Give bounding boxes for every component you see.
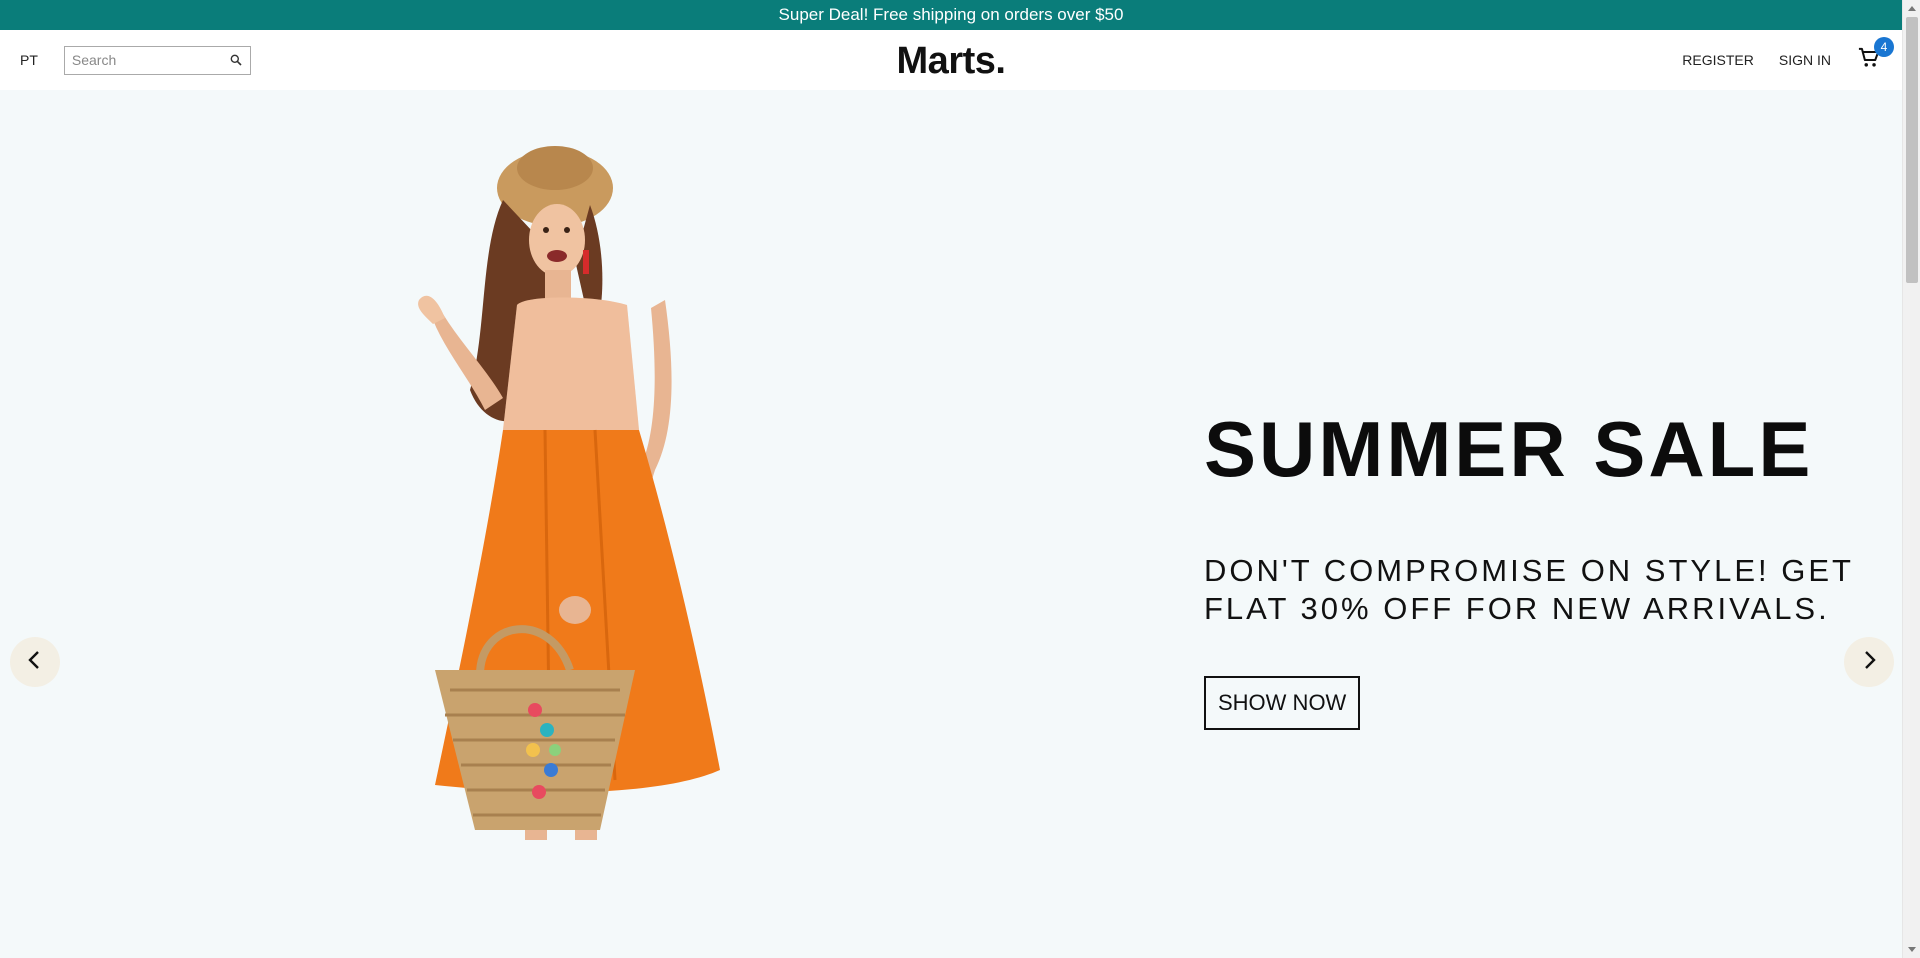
show-now-button[interactable]: SHOW NOW (1204, 676, 1361, 730)
cart-button[interactable]: 4 (1856, 37, 1894, 73)
scroll-thumb[interactable] (1906, 17, 1918, 283)
hero-content: SUMMER SALE DON'T COMPROMISE ON STYLE! G… (1204, 410, 1854, 730)
language-selector[interactable]: PT (20, 52, 38, 68)
scroll-down-arrow[interactable] (1907, 945, 1917, 955)
logo-container: Marts. (0, 40, 1902, 83)
search-icon[interactable] (229, 53, 243, 67)
prev-slide-button[interactable] (10, 637, 60, 687)
page-scrollbar[interactable] (1902, 0, 1920, 958)
next-slide-button[interactable] (1844, 637, 1894, 687)
search-box[interactable] (63, 45, 251, 75)
hero-model-image (375, 130, 735, 860)
chevron-left-icon (27, 650, 43, 675)
search-input[interactable] (71, 52, 222, 68)
register-link[interactable]: REGISTER (1682, 52, 1754, 68)
cart-count-badge: 4 (1874, 37, 1894, 57)
hero-title: SUMMER SALE (1204, 405, 1814, 493)
chevron-right-icon (1861, 650, 1877, 675)
scroll-up-arrow[interactable] (1907, 3, 1917, 13)
announcement-text: Super Deal! Free shipping on orders over… (778, 5, 1124, 24)
signin-link[interactable]: SIGN IN (1779, 52, 1831, 68)
nav-left: PT (20, 30, 251, 90)
hero-description: DON'T COMPROMISE ON STYLE! GET FLAT 30% … (1204, 553, 1854, 626)
announcement-bar: Super Deal! Free shipping on orders over… (0, 0, 1902, 30)
nav-right: REGISTER SIGN IN 4 (1657, 30, 1894, 90)
hero-slider: SUMMER SALE DON'T COMPROMISE ON STYLE! G… (0, 90, 1902, 958)
navbar: PT Marts. REGISTER SIGN IN (0, 30, 1902, 90)
logo[interactable]: Marts. (897, 40, 1006, 82)
